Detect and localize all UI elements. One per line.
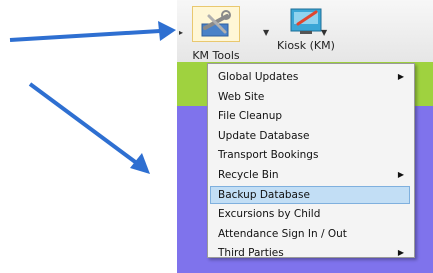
annotation-arrow-toolbar: [9, 29, 161, 42]
annotation-arrow-menu: [28, 82, 140, 166]
annotation-arrows: [9, 21, 176, 174]
annotation-arrowhead-toolbar: [158, 21, 176, 41]
annotation-arrowhead-menu: [130, 153, 150, 174]
